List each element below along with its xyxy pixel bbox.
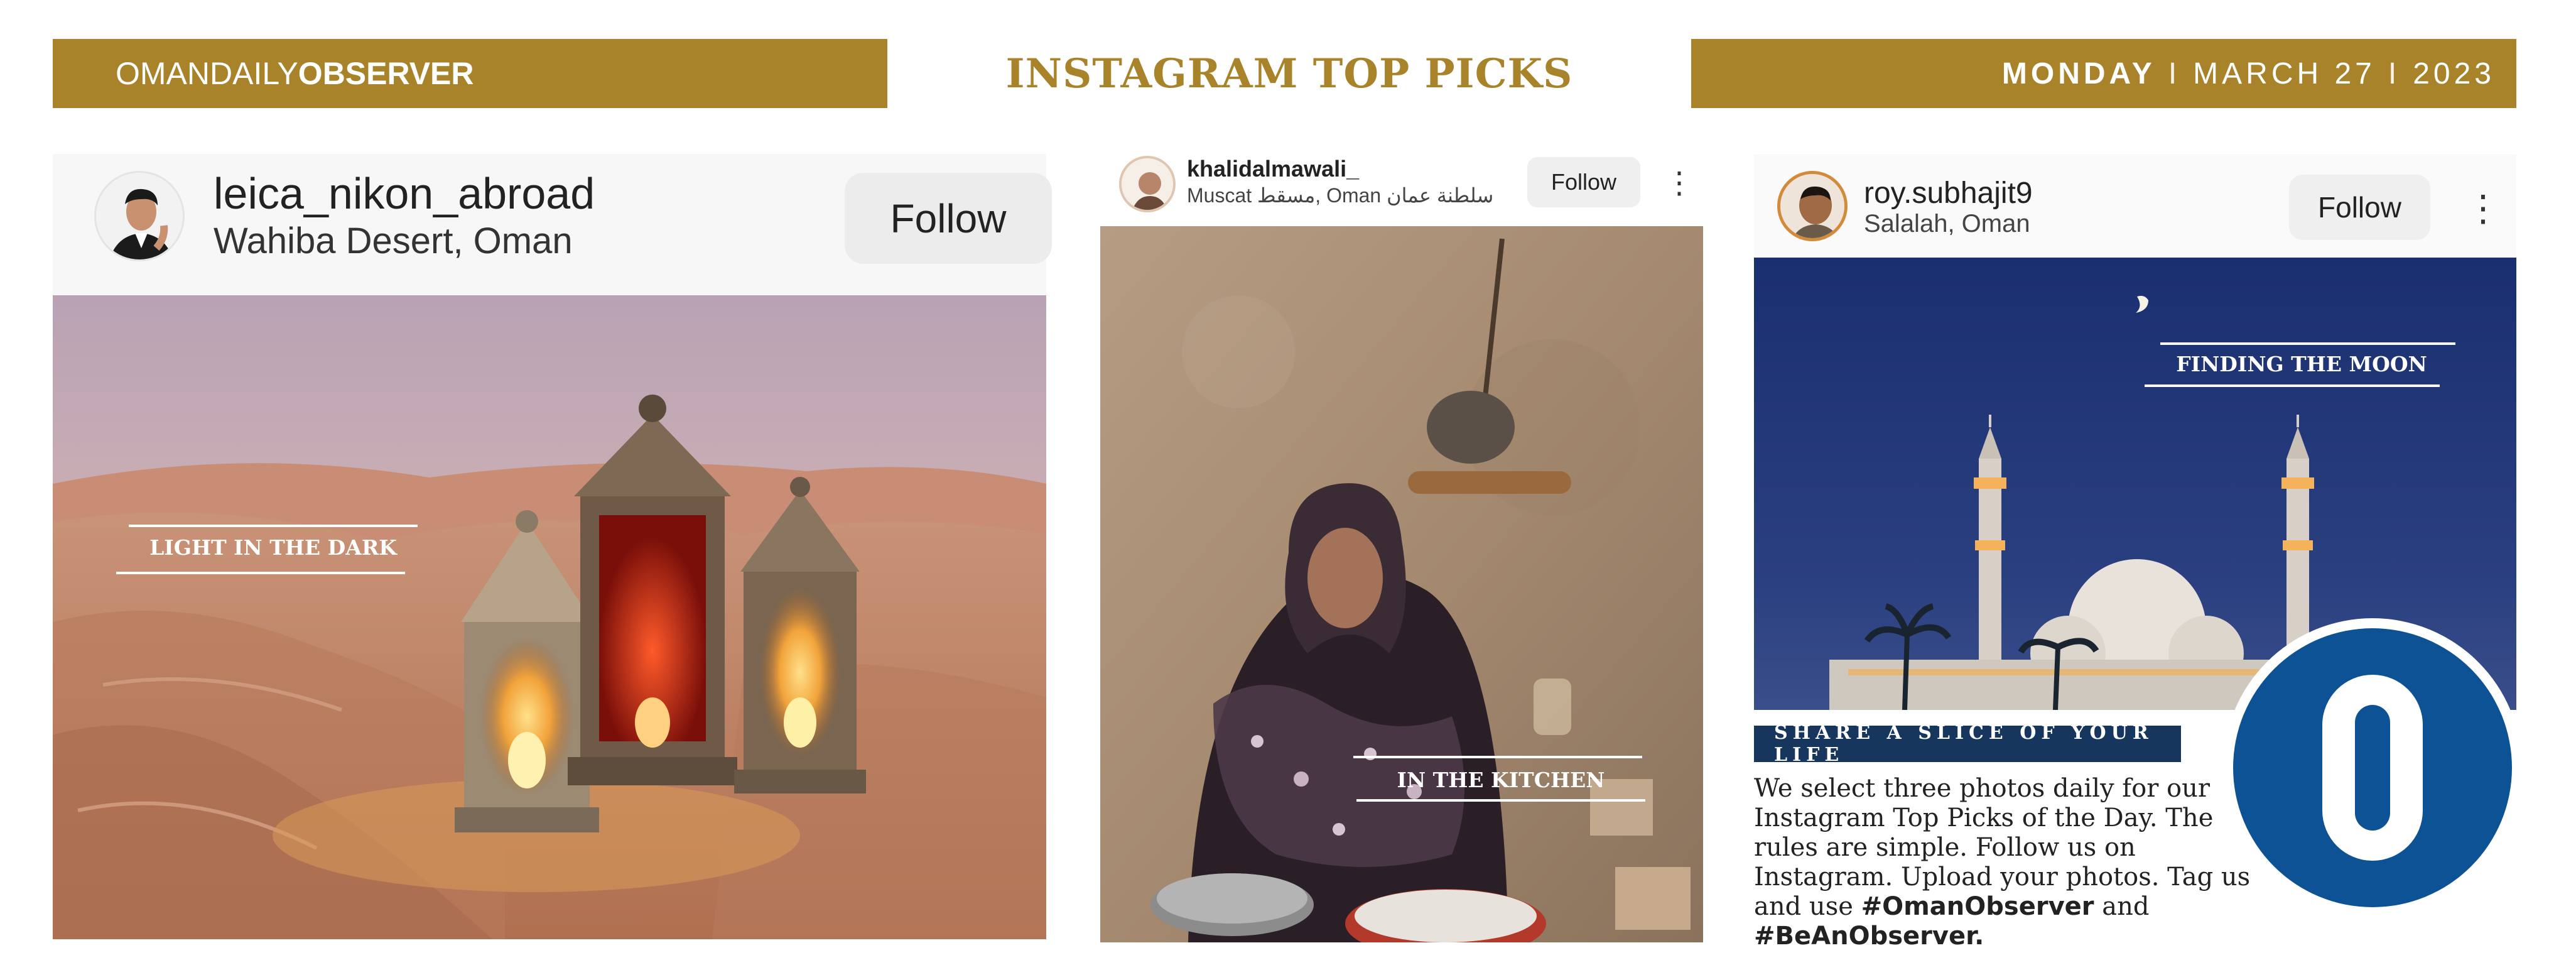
follow-button[interactable]: Follow <box>1527 157 1640 207</box>
more-options-icon[interactable]: ⋮ <box>1664 158 1694 209</box>
location[interactable]: Muscat مسقط, Oman سلطنة عمان <box>1187 183 1493 207</box>
desert-lanterns-image <box>53 295 1046 939</box>
date-separator: I <box>2388 57 2401 90</box>
user-avatar[interactable] <box>1119 156 1176 212</box>
avatar-portrait-icon <box>1122 158 1173 210</box>
follow-button[interactable]: Follow <box>2289 175 2430 240</box>
masthead-bold: OBSERVER <box>298 56 474 91</box>
follow-button[interactable]: Follow <box>845 173 1052 264</box>
user-avatar[interactable] <box>1777 171 1848 241</box>
post-photo-kitchen <box>1100 226 1703 942</box>
photo-caption: LIGHT IN THE DARK <box>149 535 397 560</box>
observer-logo-icon <box>2223 618 2522 917</box>
photo-caption: IN THE KITCHEN <box>1397 768 1605 792</box>
observer-logo <box>2222 617 2523 919</box>
caption-rule <box>2145 384 2440 387</box>
date-year: 2023 <box>2413 57 2495 90</box>
masthead-light: OMANDAILY <box>116 56 298 91</box>
more-options-icon[interactable]: ⋮ <box>2465 177 2501 240</box>
username[interactable]: khalidalmawali_ <box>1187 156 1359 182</box>
avatar-portrait-icon <box>96 173 183 259</box>
share-instructions: We select three photos daily for our Ins… <box>1754 774 2256 951</box>
caption-rule <box>1356 799 1645 802</box>
page-title: INSTAGRAM TOP PICKS <box>1005 50 1573 97</box>
post-photo-desert-lanterns <box>53 295 1046 939</box>
photo-caption: FINDING THE MOON <box>2176 352 2427 376</box>
share-and: and <box>2102 892 2150 921</box>
date-day: MONDAY <box>2001 57 2156 90</box>
date-month-day: MARCH 27 <box>2193 57 2376 90</box>
kitchen-woman-image <box>1100 226 1703 942</box>
masthead-bar: OMANDAILY OBSERVER <box>53 39 887 108</box>
caption-rule <box>116 572 405 574</box>
username[interactable]: leica_nikon_abroad <box>214 168 595 219</box>
hashtag-be-an-observer: #BeAnObserver. <box>1754 922 1984 951</box>
location[interactable]: Salalah, Oman <box>1864 210 2030 238</box>
hashtag-oman-observer: #OmanObserver <box>1861 892 2094 921</box>
username[interactable]: roy.subhajit9 <box>1864 176 2033 210</box>
caption-rule <box>129 525 418 527</box>
user-avatar[interactable] <box>94 171 185 261</box>
caption-rule <box>1353 756 1642 758</box>
date-bar: MONDAY I MARCH 27 I 2023 <box>1691 39 2516 108</box>
share-banner: SHARE A SLICE OF YOUR LIFE <box>1754 722 2181 766</box>
caption-rule <box>2160 342 2455 345</box>
location[interactable]: Wahiba Desert, Oman <box>214 220 573 262</box>
date-separator: I <box>2168 57 2181 90</box>
